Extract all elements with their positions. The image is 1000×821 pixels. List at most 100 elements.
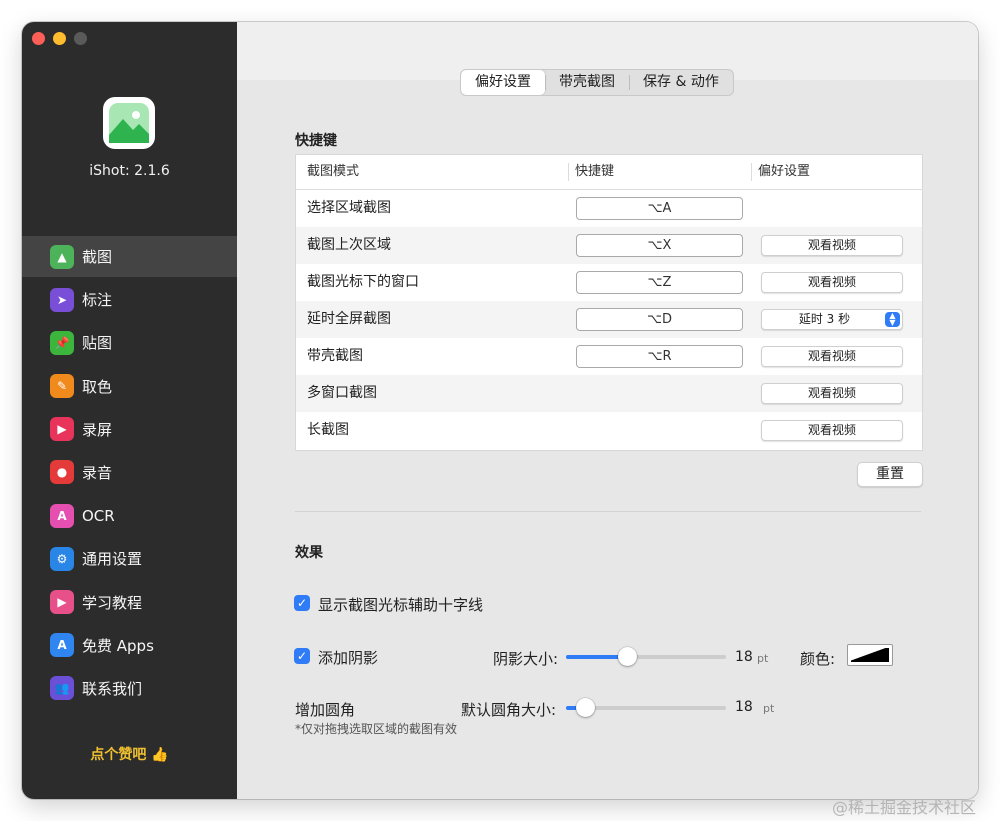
- table-row: 多窗口截图 观看视频: [296, 375, 922, 412]
- shadow-size-value: 18: [735, 649, 753, 665]
- app-version: iShot: 2.1.6: [89, 163, 170, 179]
- sidebar-item[interactable]: ✎ 取色: [22, 366, 237, 407]
- slider-knob[interactable]: [576, 698, 595, 717]
- sidebar-item-label: 通用设置: [82, 550, 143, 569]
- minimize-button[interactable]: [53, 32, 66, 45]
- watch-video-button[interactable]: 观看视频: [761, 346, 903, 367]
- pin-icon: 📌: [50, 330, 74, 355]
- gear-icon: ⚙: [50, 546, 74, 571]
- sidebar-item-label: 录屏: [82, 420, 113, 439]
- screen-record-icon: ▶: [50, 417, 74, 442]
- app-store-icon: A: [50, 633, 74, 658]
- screenshot-icon: ▲: [50, 244, 74, 269]
- sidebar-item[interactable]: ▶ 学习教程: [22, 582, 237, 623]
- mode-cell: 带壳截图: [307, 348, 363, 364]
- tab[interactable]: 保存 & 动作: [629, 70, 733, 95]
- contacts-icon: 👥: [50, 676, 74, 701]
- tab[interactable]: 偏好设置: [461, 70, 545, 95]
- app-window: iShot: 2.1.6 ▲ 截图 ➤ 标注 📌 贴图 ✎ 取色 ▶ 录屏 ● 录音 A OCR ⚙ 通用设置…: [22, 22, 978, 799]
- app-logo-icon: [103, 97, 155, 149]
- tab[interactable]: 带壳截图: [545, 70, 629, 95]
- reset-button[interactable]: 重置: [857, 462, 923, 487]
- shortcuts-table: 截图模式 快捷键 偏好设置 选择区域截图 ⌥A 截图上次区域 ⌥X 观看视频 截图光标下的…: [295, 154, 923, 451]
- sidebar-item[interactable]: ● 录音: [22, 452, 237, 493]
- crosshair-label: 显示截图光标辅助十字线: [318, 596, 484, 614]
- column-divider: [568, 163, 569, 181]
- hotkey-field[interactable]: ⌥R: [576, 345, 743, 368]
- sidebar-item[interactable]: ➤ 标注: [22, 279, 237, 320]
- crosshair-checkbox[interactable]: ✓: [294, 595, 310, 611]
- table-header: 截图模式 快捷键 偏好设置: [296, 155, 922, 190]
- ocr-icon: A: [50, 503, 74, 528]
- table-row: 截图上次区域 ⌥X 观看视频: [296, 227, 922, 264]
- sidebar-item[interactable]: ▲ 截图: [22, 236, 237, 277]
- shortcuts-title: 快捷键: [295, 133, 337, 149]
- sidebar: iShot: 2.1.6 ▲ 截图 ➤ 标注 📌 贴图 ✎ 取色 ▶ 录屏 ● 录音 A OCR ⚙ 通用设置…: [22, 22, 237, 799]
- hotkey-field[interactable]: ⌥X: [576, 234, 743, 257]
- shadow-size-label: 阴影大小:: [493, 650, 559, 668]
- delay-select[interactable]: 延时 3 秒 ▲ ▼: [761, 309, 903, 330]
- hotkey-field[interactable]: ⌥A: [576, 197, 743, 220]
- sidebar-item[interactable]: ⚙ 通用设置: [22, 538, 237, 579]
- sidebar-item-label: 标注: [82, 291, 113, 310]
- sidebar-item-label: 截图: [82, 248, 113, 266]
- shadow-label: 添加阴影: [318, 649, 379, 667]
- hotkey-field[interactable]: ⌥D: [576, 308, 743, 331]
- slider-knob[interactable]: [618, 647, 637, 666]
- delay-select-value: 延时 3 秒: [798, 312, 851, 326]
- sidebar-item[interactable]: A 免费 Apps: [22, 625, 237, 666]
- corner-size-slider[interactable]: [566, 698, 726, 717]
- sidebar-nav: ▲ 截图 ➤ 标注 📌 贴图 ✎ 取色 ▶ 录屏 ● 录音 A OCR ⚙ 通用设置 ▶ 学习教程 A 免费 Apps…: [22, 236, 237, 711]
- corner-note: *仅对拖拽选取区域的截图有效: [295, 722, 458, 736]
- watch-video-button[interactable]: 观看视频: [761, 235, 903, 256]
- sidebar-item-label: OCR: [82, 506, 115, 525]
- watch-video-button[interactable]: 观看视频: [761, 383, 903, 404]
- shadow-color-label: 颜色:: [800, 650, 836, 668]
- mode-cell: 长截图: [307, 422, 349, 438]
- mode-cell: 选择区域截图: [307, 200, 391, 216]
- shadow-size-slider[interactable]: [566, 647, 726, 666]
- sidebar-item[interactable]: 📌 贴图: [22, 322, 237, 363]
- watermark: @稀土掘金技术社区: [832, 798, 977, 817]
- column-divider: [751, 163, 752, 181]
- settings-pane: 偏好设置 带壳截图 保存 & 动作 快捷键 截图模式 快捷键 偏好设置 选择区域截图…: [237, 22, 978, 799]
- zoom-button[interactable]: [74, 32, 87, 45]
- watch-video-button[interactable]: 观看视频: [761, 272, 903, 293]
- table-row: 带壳截图 ⌥R 观看视频: [296, 338, 922, 375]
- table-row: 选择区域截图 ⌥A: [296, 190, 922, 227]
- mode-cell: 延时全屏截图: [307, 311, 391, 327]
- sidebar-item[interactable]: 👥 联系我们: [22, 668, 237, 709]
- mode-cell: 截图光标下的窗口: [307, 274, 419, 290]
- mode-cell: 截图上次区域: [307, 237, 391, 253]
- table-row: 延时全屏截图 ⌥D 延时 3 秒 ▲ ▼: [296, 301, 922, 338]
- section-divider: [295, 511, 921, 512]
- chevron-updown-icon: ▲ ▼: [885, 312, 900, 327]
- corner-size-label: 默认圆角大小:: [461, 701, 557, 719]
- sidebar-item-label: 录音: [82, 463, 113, 482]
- sidebar-item-label: 联系我们: [82, 679, 143, 698]
- corner-size-value: 18: [735, 699, 753, 715]
- shadow-color-well[interactable]: [847, 644, 893, 666]
- close-button[interactable]: [32, 32, 45, 45]
- shadow-size-unit: pt: [757, 652, 769, 665]
- microphone-icon: ●: [50, 460, 74, 485]
- eyedropper-icon: ✎: [50, 374, 74, 399]
- effects-title: 效果: [295, 545, 323, 561]
- header-pref: 偏好设置: [758, 164, 811, 179]
- sidebar-item-label: 学习教程: [82, 593, 143, 612]
- table-row: 截图光标下的窗口 ⌥Z 观看视频: [296, 264, 922, 301]
- color-swatch: [851, 648, 889, 662]
- corner-label: 增加圆角: [295, 701, 356, 719]
- sidebar-item-label: 免费 Apps: [82, 636, 154, 655]
- sidebar-item[interactable]: A OCR: [22, 495, 237, 536]
- table-row: 长截图 观看视频: [296, 412, 922, 449]
- hotkey-field[interactable]: ⌥Z: [576, 271, 743, 294]
- watch-video-button[interactable]: 观看视频: [761, 420, 903, 441]
- header-hotkey: 快捷键: [575, 164, 615, 179]
- tab-bar: 偏好设置 带壳截图 保存 & 动作: [460, 69, 734, 96]
- sidebar-item-label: 取色: [82, 377, 113, 396]
- shadow-checkbox[interactable]: ✓: [294, 648, 310, 664]
- like-link[interactable]: 点个赞吧 👍: [22, 744, 237, 764]
- header-mode: 截图模式: [307, 164, 360, 179]
- sidebar-item[interactable]: ▶ 录屏: [22, 409, 237, 450]
